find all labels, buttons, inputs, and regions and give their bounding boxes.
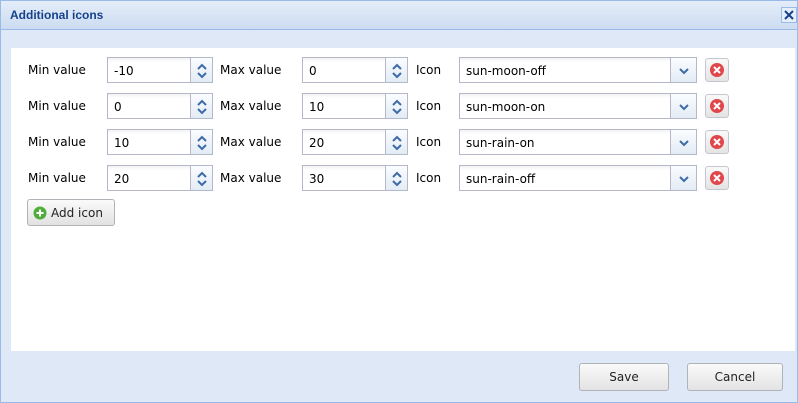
- add-icon-label: Add icon: [51, 206, 103, 220]
- min-value-spinner[interactable]: [191, 93, 213, 119]
- icon-select[interactable]: sun-moon-on: [459, 93, 671, 119]
- min-value-label: Min value: [28, 171, 86, 185]
- icon-select[interactable]: sun-rain-on: [459, 129, 671, 155]
- chevron-down-icon[interactable]: [671, 57, 697, 83]
- max-value-label: Max value: [220, 135, 282, 149]
- icon-rule-row: Min value 0 Max value 10 Icon sun-moon-o…: [11, 93, 795, 119]
- icon-select[interactable]: sun-moon-off: [459, 57, 671, 83]
- max-value-spinner[interactable]: [386, 165, 408, 191]
- window-title: Additional icons: [10, 8, 104, 22]
- window-titlebar[interactable]: Additional icons: [1, 1, 797, 30]
- remove-row-button[interactable]: [705, 130, 729, 154]
- icon-rule-row: Min value -10 Max value 0 Icon sun-moon-…: [11, 57, 795, 83]
- add-icon-button[interactable]: Add icon: [27, 199, 115, 226]
- min-value-label: Min value: [28, 63, 86, 77]
- max-value-input[interactable]: 10: [302, 93, 386, 119]
- chevron-down-icon[interactable]: [671, 165, 697, 191]
- cancel-button[interactable]: Cancel: [687, 363, 783, 391]
- max-value-input[interactable]: 30: [302, 165, 386, 191]
- max-value-label: Max value: [220, 99, 282, 113]
- max-value-spinner[interactable]: [386, 93, 408, 119]
- chevron-down-icon[interactable]: [671, 129, 697, 155]
- icon-label: Icon: [416, 99, 442, 113]
- min-value-label: Min value: [28, 135, 86, 149]
- save-button[interactable]: Save: [579, 363, 669, 391]
- icon-label: Icon: [416, 63, 442, 77]
- max-value-label: Max value: [220, 63, 282, 77]
- min-value-input[interactable]: 20: [107, 165, 191, 191]
- min-value-input[interactable]: -10: [107, 57, 191, 83]
- icons-panel: Min value -10 Max value 0 Icon sun-moon-…: [11, 48, 795, 351]
- icon-rule-row: Min value 20 Max value 30 Icon sun-rain-…: [11, 165, 795, 191]
- min-value-input[interactable]: 10: [107, 129, 191, 155]
- min-value-input[interactable]: 0: [107, 93, 191, 119]
- icon-rule-row: Min value 10 Max value 20 Icon sun-rain-…: [11, 129, 795, 155]
- max-value-input[interactable]: 0: [302, 57, 386, 83]
- icon-label: Icon: [416, 171, 442, 185]
- plus-circle-icon: [33, 206, 47, 223]
- remove-row-button[interactable]: [705, 94, 729, 118]
- max-value-label: Max value: [220, 171, 282, 185]
- close-icon[interactable]: [781, 7, 797, 23]
- icon-select[interactable]: sun-rain-off: [459, 165, 671, 191]
- icon-label: Icon: [416, 135, 442, 149]
- chevron-down-icon[interactable]: [671, 93, 697, 119]
- additional-icons-window: Additional icons Min value -10 Max value…: [0, 0, 798, 403]
- remove-row-button[interactable]: [705, 166, 729, 190]
- min-value-spinner[interactable]: [191, 165, 213, 191]
- min-value-label: Min value: [28, 99, 86, 113]
- min-value-spinner[interactable]: [191, 57, 213, 83]
- max-value-input[interactable]: 20: [302, 129, 386, 155]
- max-value-spinner[interactable]: [386, 129, 408, 155]
- remove-row-button[interactable]: [705, 58, 729, 82]
- min-value-spinner[interactable]: [191, 129, 213, 155]
- max-value-spinner[interactable]: [386, 57, 408, 83]
